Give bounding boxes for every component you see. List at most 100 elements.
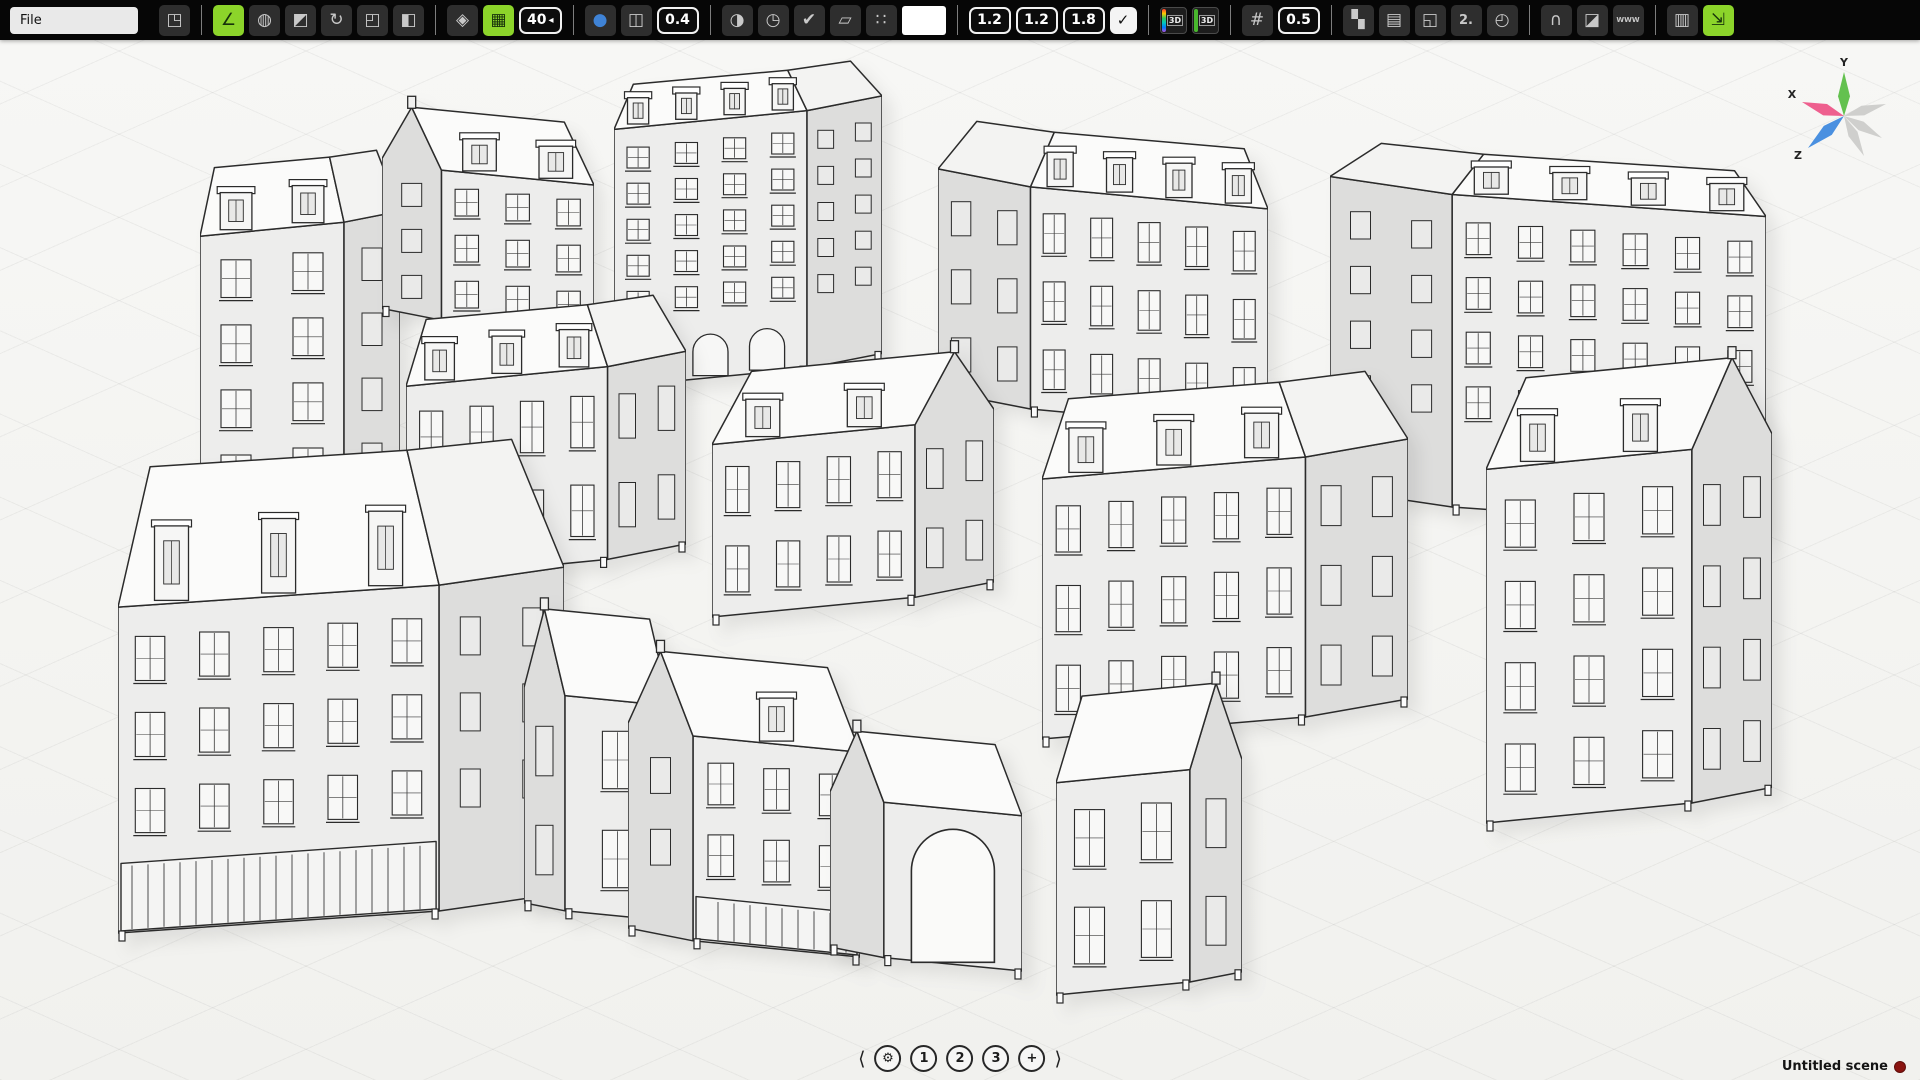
file-menu-button[interactable]: File <box>10 7 138 34</box>
view-3d-green-button-label: 3D <box>1199 15 1215 26</box>
pattern-dots-icon-glyph: ∷ <box>876 12 887 29</box>
value-04-button[interactable]: 0.4 <box>657 7 699 34</box>
view-3d-green-button-stripe <box>1194 9 1198 32</box>
model-tall-tenement-right[interactable] <box>1486 338 1772 832</box>
grid-snap-icon[interactable]: ▦ <box>483 5 514 36</box>
rotate-tool-icon[interactable]: ↻ <box>321 5 352 36</box>
toolbar-separator <box>957 5 958 35</box>
sphere-tool-icon[interactable]: ◍ <box>249 5 280 36</box>
texture-checker-icon[interactable]: ▚ <box>1343 5 1374 36</box>
bounds-frame-icon[interactable]: ◧ <box>393 5 424 36</box>
timer-icon[interactable]: ◷ <box>758 5 789 36</box>
headphones-icon[interactable]: ∩ <box>1541 5 1572 36</box>
pager-page-1-button[interactable]: 1 <box>911 1045 938 1072</box>
pager-settings-button[interactable]: ⚙ <box>875 1045 902 1072</box>
line-tool-icon[interactable]: ∠ <box>213 5 244 36</box>
rotate-tool-icon-glyph: ↻ <box>329 12 343 29</box>
pager-next-button[interactable]: ⟩ <box>1055 1045 1062 1072</box>
fullscreen-icon[interactable]: ⇲ <box>1703 5 1734 36</box>
headphones-icon-glyph: ∩ <box>1550 12 1562 29</box>
multiplier-2-icon-glyph: 2. <box>1459 14 1473 27</box>
paper-color-swatch[interactable] <box>902 6 946 35</box>
film-frames-icon[interactable]: ▤ <box>1379 5 1410 36</box>
toolbar-separator <box>1529 5 1530 35</box>
view-3d-color-button[interactable]: 3D <box>1160 7 1187 34</box>
export-view-icon[interactable]: ◳ <box>159 5 190 36</box>
split-square-icon-glyph: ◩ <box>292 12 308 29</box>
line-weight-12b-button[interactable]: 1.2 <box>1016 7 1058 34</box>
pager-page-3-button[interactable]: 3 <box>983 1045 1010 1072</box>
export-view-icon-glyph: ◳ <box>166 12 182 29</box>
screen-capture-icon[interactable]: ◱ <box>1415 5 1446 36</box>
film-frames-icon-glyph: ▤ <box>1386 12 1402 29</box>
origin-point-icon-glyph: ● <box>593 12 608 29</box>
angle-40-button[interactable]: 40◂ <box>519 7 562 34</box>
scene-name-label: Untitled scene <box>1782 1059 1906 1074</box>
shade-half-icon[interactable]: ◑ <box>722 5 753 36</box>
line-weight-18-button[interactable]: 1.8 <box>1063 7 1105 34</box>
cube-tool-icon[interactable]: ◈ <box>447 5 478 36</box>
scene-models-layer <box>0 40 1920 1080</box>
confirm-check-icon[interactable]: ✔ <box>794 5 825 36</box>
web-export-icon-glyph: WWW <box>1616 17 1639 24</box>
angle-40-button-suffix-glyph: ◂ <box>548 15 553 26</box>
origin-point-icon[interactable]: ● <box>585 5 616 36</box>
multiplier-2-icon[interactable]: 2. <box>1451 5 1482 36</box>
model-small-gable-house[interactable] <box>1056 664 1242 1004</box>
svg-text:Z: Z <box>1794 149 1802 162</box>
pattern-dots-icon[interactable]: ∷ <box>866 5 897 36</box>
toolbar-separator <box>1230 5 1231 35</box>
toolbar-separator <box>435 5 436 35</box>
svg-text:Y: Y <box>1839 56 1849 69</box>
viewport-3d[interactable]: X Y Z ⟨ ⚙ 123 + ⟩ Untitled scene <box>0 40 1920 1080</box>
pager-add-button[interactable]: + <box>1019 1045 1046 1072</box>
axis-gizmo[interactable]: X Y Z <box>1782 56 1906 174</box>
windows-grid-icon[interactable]: ▥ <box>1667 5 1698 36</box>
bounds-frame-icon-glyph: ◧ <box>400 12 416 29</box>
split-square-icon[interactable]: ◩ <box>285 5 316 36</box>
shade-half-icon-glyph: ◑ <box>730 12 745 29</box>
model-archway-house[interactable] <box>830 712 1022 980</box>
toolbar-separator <box>573 5 574 35</box>
main-toolbar: File◳∠◍◩↻◰◧◈▦40◂●◫0.4◑◷✔▱∷1.21.21.8✓3D3D… <box>0 0 1920 40</box>
layers-icon[interactable]: ◫ <box>621 5 652 36</box>
crop-frame-icon-glyph: ◰ <box>364 12 380 29</box>
cube-tool-icon-glyph: ◈ <box>456 12 469 29</box>
pager-prev-button[interactable]: ⟨ <box>858 1045 865 1072</box>
confirm-check-icon-glyph: ✔ <box>802 12 816 29</box>
model-large-corner-building[interactable] <box>118 418 564 942</box>
model-shop-house[interactable] <box>628 632 860 966</box>
grid-snap-icon-glyph: ▦ <box>490 12 506 29</box>
plane-icon[interactable]: ▱ <box>830 5 861 36</box>
view-3d-color-button-label: 3D <box>1167 15 1183 26</box>
toolbar-separator <box>201 5 202 35</box>
crop-frame-icon[interactable]: ◰ <box>357 5 388 36</box>
model-center-townhouse[interactable] <box>712 332 994 626</box>
layers-icon-glyph: ◫ <box>628 12 644 29</box>
screen-capture-icon-glyph: ◱ <box>1422 12 1438 29</box>
svg-text:X: X <box>1788 88 1797 101</box>
value-05-button[interactable]: 0.5 <box>1278 7 1320 34</box>
pager-page-2-button[interactable]: 2 <box>947 1045 974 1072</box>
toolbar-separator <box>1148 5 1149 35</box>
fullscreen-icon-glyph: ⇲ <box>1711 12 1725 29</box>
timer-icon-glyph: ◷ <box>766 12 781 29</box>
image-export-icon[interactable]: ◪ <box>1577 5 1608 36</box>
toolbar-separator <box>710 5 711 35</box>
line-tool-icon-glyph: ∠ <box>221 12 236 29</box>
page-controls: ⟨ ⚙ 123 + ⟩ <box>858 1045 1062 1072</box>
record-dot[interactable] <box>1894 1061 1906 1073</box>
web-export-icon[interactable]: WWW <box>1613 5 1644 36</box>
toolbar-separator <box>1655 5 1656 35</box>
outline-checkbox[interactable]: ✓ <box>1110 7 1137 34</box>
scene-name-text: Untitled scene <box>1782 1059 1888 1074</box>
numpad-icon[interactable]: # <box>1242 5 1273 36</box>
plane-icon-glyph: ▱ <box>838 12 851 29</box>
toolbar-separator <box>1331 5 1332 35</box>
windows-grid-icon-glyph: ▥ <box>1674 12 1690 29</box>
numpad-icon-glyph: # <box>1250 12 1264 29</box>
time-gauge-icon[interactable]: ◴ <box>1487 5 1518 36</box>
sphere-tool-icon-glyph: ◍ <box>257 12 272 29</box>
line-weight-12a-button[interactable]: 1.2 <box>969 7 1011 34</box>
view-3d-green-button[interactable]: 3D <box>1192 7 1219 34</box>
